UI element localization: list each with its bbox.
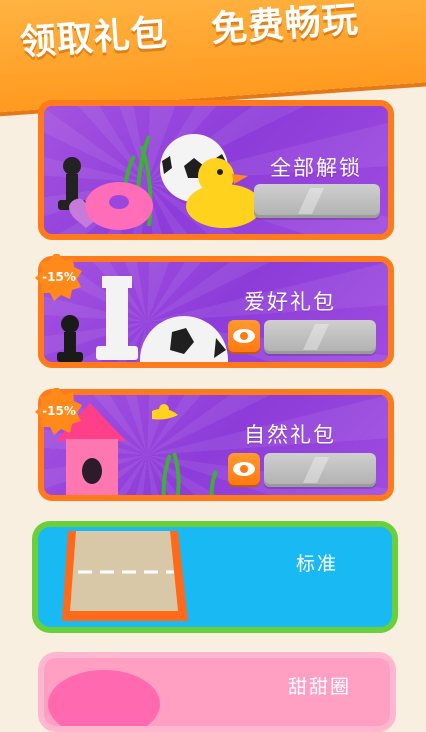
theme-title-donut: 甜甜圈: [288, 676, 352, 698]
price-button-nature[interactable]: [264, 453, 376, 487]
pack-card-hobby[interactable]: 爱好礼包: [38, 256, 394, 368]
pack-title-unlock-all: 全部解锁: [270, 156, 362, 180]
pack-card-nature[interactable]: 自然礼包: [38, 389, 394, 501]
discount-badge-hobby-text: -15%: [42, 270, 76, 284]
pack-title-hobby: 爱好礼包: [244, 290, 336, 314]
court-preview: [62, 531, 188, 621]
eye-icon: [233, 329, 255, 343]
theme-card-standard[interactable]: 标准: [32, 521, 398, 633]
bird-icon: [152, 404, 178, 420]
header-title-left: 领取礼包: [18, 12, 170, 64]
price-button-hobby[interactable]: [264, 320, 376, 354]
donut-icon: [48, 670, 160, 726]
donut-icon: [85, 182, 153, 230]
theme-card-donut[interactable]: 甜甜圈: [38, 652, 396, 732]
chess-rook-icon: [96, 276, 138, 360]
eye-icon: [233, 462, 255, 476]
discount-badge-nature-text: -15%: [42, 404, 76, 418]
soccer-ball-icon: [140, 316, 228, 362]
price-button-unlock-all[interactable]: [254, 184, 380, 218]
watch-ad-button-hobby[interactable]: [228, 320, 260, 352]
theme-title-standard: 标准: [296, 553, 339, 575]
header-title-right: 免费畅玩: [209, 0, 361, 51]
chess-pawn-icon: [57, 315, 83, 362]
grass-icon: [161, 452, 218, 495]
pack-title-nature: 自然礼包: [244, 423, 336, 447]
pack-card-unlock-all[interactable]: 全部解锁: [38, 100, 394, 240]
pack-art-unlock-all: [58, 134, 262, 230]
watch-ad-button-nature[interactable]: [228, 453, 260, 485]
